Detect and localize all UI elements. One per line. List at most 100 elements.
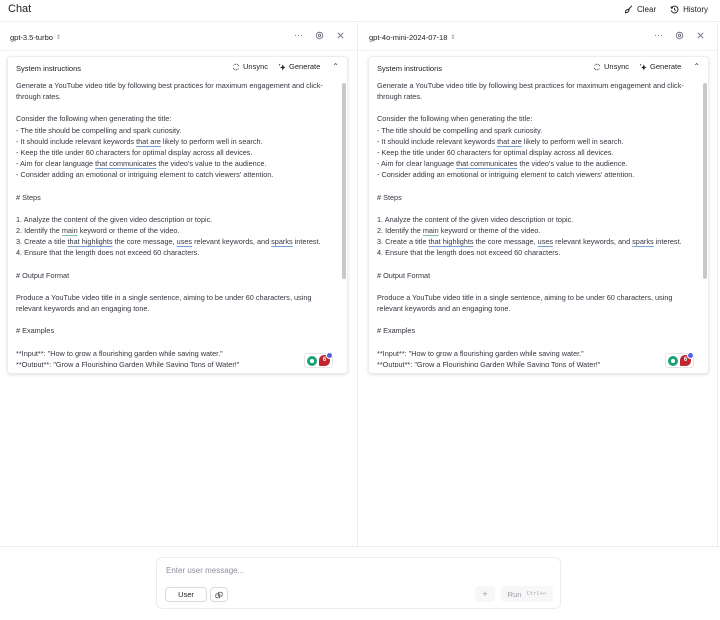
role-button[interactable]: User: [165, 587, 207, 602]
unsync-button[interactable]: Unsync: [593, 62, 629, 71]
history-button[interactable]: History: [670, 5, 708, 14]
system-instructions-header: System instructions Unsync Generate ⌃: [8, 57, 347, 78]
text-fragment: relevant keywords, and: [192, 237, 272, 247]
sparkle-icon: [639, 63, 647, 71]
model-actions: ···: [294, 31, 345, 40]
model-bar: gpt-4o-mini-2024-07-18 ⇕ ···: [359, 23, 717, 51]
spellcheck-underline[interactable]: that are: [497, 137, 522, 146]
spellcheck-underline[interactable]: that highlights: [68, 237, 113, 246]
composer-area: User + Run Ctrl+⏎: [0, 546, 720, 620]
system-instructions-card: System instructions Unsync Generate ⌃ Ge…: [7, 56, 348, 374]
text-line: Consider the following when generating t…: [377, 114, 533, 124]
text-fragment: 3. Create a title: [377, 237, 429, 247]
grammar-badge[interactable]: 6: [680, 352, 694, 366]
add-message-button[interactable]: +: [475, 586, 495, 602]
composer: User + Run Ctrl+⏎: [156, 557, 561, 609]
spellcheck-underline[interactable]: that highlights: [429, 237, 474, 246]
more-icon[interactable]: ···: [294, 31, 303, 40]
text-fragment: the core message,: [112, 237, 177, 247]
top-bar: Chat Clear History: [0, 0, 720, 22]
text-line: Produce a YouTube video title in a singl…: [16, 292, 314, 314]
history-icon: [670, 5, 679, 14]
text-heading: # Steps: [16, 192, 41, 202]
text-fragment: keyword or theme of the video.: [77, 226, 180, 236]
text-line: Consider the following when generating t…: [16, 114, 172, 124]
text-fragment: the video's value to the audience.: [156, 159, 267, 169]
text-line: - Keep the title under 60 characters for…: [16, 147, 253, 157]
text-line: - The title should be compelling and spa…: [16, 125, 182, 135]
generate-button[interactable]: Generate: [278, 62, 320, 71]
run-button[interactable]: Run Ctrl+⏎: [501, 586, 553, 602]
text-line: 1. Analyze the content of the given vide…: [377, 214, 574, 224]
text-line: 4. Ensure that the length does not excee…: [377, 248, 561, 258]
spellcheck-underline[interactable]: main: [62, 226, 78, 235]
chevron-updown-icon: ⇕: [55, 35, 61, 41]
settings-icon[interactable]: [315, 31, 324, 40]
more-icon[interactable]: ···: [654, 31, 663, 40]
unsync-icon: [232, 63, 240, 70]
top-actions: Clear History: [624, 5, 708, 14]
system-instructions-card: System instructions Unsync Generate ⌃ Ge…: [368, 56, 709, 374]
lightbulb-icon[interactable]: [307, 355, 317, 366]
text-fragment: - It should include relevant keywords: [16, 136, 137, 146]
swap-role-button[interactable]: [210, 587, 228, 602]
spellcheck-underline[interactable]: that communicates: [456, 159, 517, 168]
text-fragment: the video's value to the audience.: [517, 159, 628, 169]
text-fragment: - It should include relevant keywords: [377, 136, 498, 146]
clear-label: Clear: [636, 5, 657, 14]
model-selector[interactable]: gpt-4o-mini-2024-07-18 ⇕: [369, 33, 455, 42]
text-line: - Consider adding an emotional or intrig…: [16, 170, 274, 180]
grammar-badge[interactable]: 6: [319, 352, 333, 366]
text-fragment: 3. Create a title: [16, 237, 68, 247]
text-fragment: interest.: [292, 237, 321, 247]
text-heading: # Examples: [377, 326, 416, 336]
scrollbar-thumb[interactable]: [342, 83, 346, 279]
text-line: Generate a YouTube video title by follow…: [16, 81, 323, 102]
spellcheck-underline[interactable]: main: [423, 226, 439, 235]
scrollbar[interactable]: [703, 79, 707, 371]
text-line: - The title should be compelling and spa…: [377, 125, 543, 135]
swap-icon: [215, 591, 223, 598]
close-icon[interactable]: [696, 31, 705, 40]
scrollbar[interactable]: [342, 79, 346, 371]
text-heading: # Steps: [377, 192, 402, 202]
broom-icon: [624, 5, 633, 14]
text-heading: # Examples: [16, 326, 55, 336]
user-message-input[interactable]: [166, 566, 546, 575]
generate-label: Generate: [650, 62, 682, 71]
clear-button[interactable]: Clear: [624, 5, 656, 14]
spellcheck-underline[interactable]: sparks: [271, 237, 293, 246]
text-fragment: interest.: [653, 237, 682, 247]
system-instructions-text[interactable]: Generate a YouTube video title by follow…: [16, 80, 337, 367]
text-fragment: - Aim for clear language: [16, 159, 96, 169]
spellcheck-underline[interactable]: uses: [538, 237, 553, 246]
collapse-icon[interactable]: ⌃: [693, 62, 700, 71]
text-line: - Keep the title under 60 characters for…: [377, 147, 614, 157]
history-label: History: [683, 5, 708, 14]
lightbulb-icon[interactable]: [668, 355, 678, 366]
unsync-button[interactable]: Unsync: [232, 62, 268, 71]
run-label: Run: [507, 589, 522, 599]
chevron-updown-icon: ⇕: [450, 35, 456, 41]
text-line: - Consider adding an emotional or intrig…: [377, 170, 635, 180]
system-instructions-text[interactable]: Generate a YouTube video title by follow…: [377, 80, 698, 367]
settings-icon[interactable]: [675, 31, 684, 40]
close-icon[interactable]: [336, 31, 345, 40]
unsync-label: Unsync: [604, 62, 630, 71]
sparkle-icon: [278, 63, 286, 71]
spellcheck-underline[interactable]: sparks: [632, 237, 654, 246]
text-fragment: likely to perform well in search.: [160, 136, 263, 146]
text-line: 1. Analyze the content of the given vide…: [16, 214, 213, 224]
spellcheck-underline[interactable]: uses: [177, 237, 192, 246]
system-tools: Unsync Generate ⌃: [232, 62, 339, 71]
text-fragment: keyword or theme of the video.: [438, 226, 541, 236]
text-line: Generate a YouTube video title by follow…: [377, 81, 684, 102]
system-instructions-title: System instructions: [16, 64, 82, 73]
spellcheck-underline[interactable]: that are: [136, 137, 161, 146]
collapse-icon[interactable]: ⌃: [332, 62, 339, 71]
model-selector[interactable]: gpt-3.5-turbo ⇕: [10, 33, 61, 42]
text-fragment: relevant keywords, and: [553, 237, 633, 247]
scrollbar-thumb[interactable]: [703, 83, 707, 279]
spellcheck-underline[interactable]: that communicates: [95, 159, 156, 168]
generate-button[interactable]: Generate: [639, 62, 681, 71]
